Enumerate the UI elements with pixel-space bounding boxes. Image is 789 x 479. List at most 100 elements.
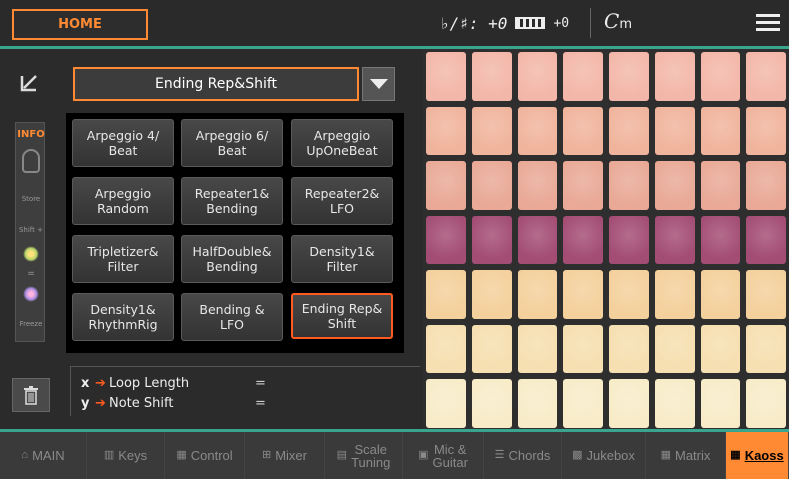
pad-cell	[426, 215, 466, 265]
preset-button[interactable]: Repeater1& Bending	[181, 177, 283, 225]
pad-cell	[471, 324, 512, 374]
tab-label: Keys	[118, 448, 148, 463]
xy-assignments: x ➔ Loop Length = y ➔ Note Shift =	[70, 366, 420, 416]
preset-select[interactable]: Ending Rep&Shift	[73, 67, 359, 101]
pad-cell	[746, 215, 786, 265]
pad-cell	[517, 161, 558, 210]
matrix-icon: ▦	[660, 449, 671, 461]
pad-cell	[700, 161, 741, 210]
mic-icon: ▣	[418, 449, 429, 461]
tab-jukebox[interactable]: ▩ Jukebox	[562, 432, 646, 479]
arrow-icon: ➔	[95, 395, 106, 411]
pad-cell	[609, 215, 649, 265]
collapse-arrow-icon[interactable]	[18, 72, 40, 94]
preset-button[interactable]: Ending Rep& Shift	[291, 293, 393, 339]
pad-cell	[654, 379, 695, 428]
control-icon: ▦	[176, 449, 187, 461]
pad-cell	[471, 106, 512, 156]
pad-cell	[654, 324, 695, 374]
preset-button[interactable]: Arpeggio 4/ Beat	[72, 119, 174, 167]
preset-button[interactable]: Bending & LFO	[181, 293, 283, 341]
preset-button[interactable]: Arpeggio UpOneBeat	[291, 119, 393, 167]
tab-keys[interactable]: ▥ Keys	[87, 432, 165, 479]
preset-button[interactable]: Density1& Filter	[291, 235, 393, 283]
pad-cell	[746, 106, 786, 156]
x-value: =	[255, 375, 266, 391]
pad-cell	[654, 215, 695, 265]
mixer-icon: ⊞	[262, 449, 272, 461]
tab-label: Scale Tuning	[351, 441, 391, 470]
kaoss-pad[interactable]	[423, 49, 789, 431]
pad-cell	[609, 379, 649, 428]
preset-dropdown-button[interactable]	[362, 67, 395, 101]
keyboard-icon	[515, 17, 546, 29]
tab-matrix[interactable]: ▦ Matrix	[646, 432, 726, 479]
preset-button[interactable]: HalfDouble& Bending	[181, 235, 283, 283]
home-button[interactable]: HOME	[12, 9, 148, 40]
preset-button[interactable]: Arpeggio 6/ Beat	[181, 119, 283, 167]
x-axis-label: x	[81, 375, 90, 391]
preset-button[interactable]: Arpeggio Random	[72, 177, 174, 225]
pad-cell	[471, 52, 512, 101]
tab-label: Control	[190, 448, 233, 463]
pad-cell	[563, 324, 603, 374]
pad-cell	[654, 106, 695, 156]
pad-cell	[700, 106, 741, 156]
trash-button[interactable]	[12, 378, 50, 412]
tab-mixer[interactable]: ⊞ Mixer	[245, 432, 325, 479]
y-value: =	[255, 395, 266, 411]
tab-bar: ⌂ MAIN ▥ Keys ▦ Control ⊞ Mixer ▤ Scale Tuning ▣ Mi…	[0, 432, 789, 479]
transpose-display[interactable]: ♭/♯: +0 +0	[440, 10, 569, 36]
y-assignment: y ➔ Note Shift =	[81, 393, 420, 413]
y-axis-label: y	[81, 395, 90, 411]
hand-icon[interactable]	[22, 149, 40, 173]
store-label: Store	[21, 195, 41, 203]
tab-scale[interactable]: ▤ Scale Tuning	[325, 432, 403, 479]
pad-cell	[426, 270, 466, 319]
tab-main[interactable]: ⌂ MAIN	[0, 432, 87, 479]
x-parameter: Loop Length	[109, 375, 190, 391]
preset-button[interactable]: Repeater2& LFO	[291, 177, 393, 225]
pad-cell	[563, 52, 603, 101]
pad-cell	[471, 270, 512, 319]
pad-cell	[563, 106, 603, 156]
pad-cell	[517, 52, 558, 101]
side-strip: INFO Store Shift + = Freeze	[15, 122, 45, 342]
chord-display: Cm	[604, 9, 632, 33]
pad-cell	[700, 52, 741, 101]
pad-cell	[517, 324, 558, 374]
preset-button[interactable]: Density1& RhythmRig	[72, 293, 174, 341]
pad-cell	[563, 379, 603, 428]
shift-label: Shift +	[18, 226, 43, 234]
pad-cell	[654, 52, 695, 101]
tab-kaoss[interactable]: ▦ Kaoss	[726, 432, 789, 479]
pad-cell	[746, 161, 786, 210]
info-label[interactable]: INFO	[16, 129, 46, 140]
pad-cell	[517, 106, 558, 156]
pad-cell	[746, 379, 786, 428]
tab-mic[interactable]: ▣ Mic & Guitar	[403, 432, 484, 479]
chords-icon: ☰	[494, 449, 505, 461]
chord-root: C	[604, 9, 620, 33]
freeze-label: Freeze	[19, 320, 43, 328]
tab-control[interactable]: ▦ Control	[165, 432, 245, 479]
pad-cell	[609, 324, 649, 374]
preset-button[interactable]: Tripletizer& Filter	[72, 235, 174, 283]
tab-label: MAIN	[32, 448, 65, 463]
tab-chords[interactable]: ☰ Chords	[484, 432, 562, 479]
top-bar: HOME ♭/♯: +0 +0 Cm	[0, 0, 789, 46]
preset-popup: Arpeggio 4/ Beat Arpeggio 6/ Beat Arpeggio…	[66, 113, 404, 353]
pad-cell	[700, 270, 741, 319]
pad-cell	[471, 215, 512, 265]
tab-label: Mic & Guitar	[432, 441, 468, 470]
freeze-flower-icon	[23, 286, 39, 302]
menu-icon[interactable]	[756, 14, 780, 32]
pad-cell	[471, 379, 512, 428]
pad-cell	[517, 379, 558, 428]
pad-cell	[426, 106, 466, 156]
pad-cell	[471, 161, 512, 210]
pad-cell	[700, 215, 741, 265]
pad-cell	[563, 215, 603, 265]
tab-label: Jukebox	[586, 448, 635, 463]
scale-icon: ▤	[336, 449, 348, 461]
